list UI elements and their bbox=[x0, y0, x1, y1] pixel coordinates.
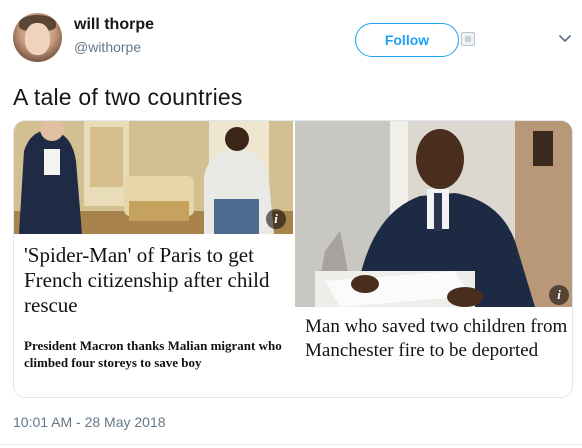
tweet-timestamp[interactable]: 10:01 AM - 28 May 2018 bbox=[13, 414, 166, 430]
chevron-down-icon[interactable] bbox=[556, 29, 574, 47]
photo-manchester-man bbox=[295, 121, 572, 307]
avatar-face bbox=[25, 23, 50, 55]
headline-left: 'Spider-Man' of Paris to get French citi… bbox=[24, 243, 270, 317]
tweet-text: A tale of two countries bbox=[13, 84, 243, 110]
divider bbox=[0, 444, 582, 445]
image-icon bbox=[461, 32, 475, 46]
headline-right: Man who saved two children from Manchest… bbox=[305, 316, 568, 361]
user-name[interactable]: will thorpe bbox=[74, 16, 154, 34]
media-grid[interactable]: i 'Spider-Man' of Paris to get French ci… bbox=[13, 120, 573, 398]
media-card-right[interactable]: i Man who saved two children from Manche… bbox=[295, 121, 572, 397]
photo-macron-meeting bbox=[14, 121, 293, 234]
photo-illustration bbox=[14, 121, 293, 234]
info-icon[interactable]: i bbox=[549, 285, 569, 305]
info-icon[interactable]: i bbox=[266, 209, 286, 229]
follow-button[interactable]: Follow bbox=[355, 23, 459, 57]
media-card-left[interactable]: i 'Spider-Man' of Paris to get French ci… bbox=[14, 121, 293, 397]
avatar[interactable] bbox=[13, 13, 62, 62]
user-handle[interactable]: @withorpe bbox=[74, 39, 141, 55]
photo-illustration bbox=[295, 121, 572, 307]
subheadline-left: President Macron thanks Malian migrant w… bbox=[24, 338, 282, 370]
